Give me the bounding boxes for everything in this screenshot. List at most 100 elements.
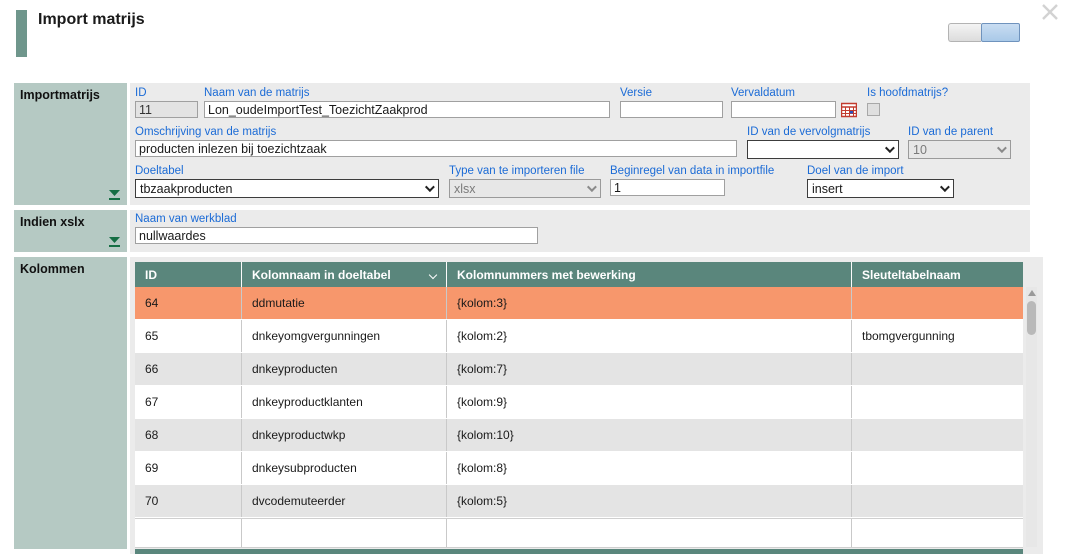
is-hoofdmatrijs-checkbox[interactable] [867,103,880,116]
table-row[interactable]: 67dnkeyproductklanten{kolom:9} [135,386,1023,419]
table-row[interactable]: 68dnkeyproductwkp{kolom:10} [135,419,1023,452]
column-header-kolomnummers[interactable]: Kolomnummers met bewerking [447,262,852,287]
new-row-cell-id[interactable] [135,519,242,547]
table-cell-sleuteltabelnaam[interactable] [852,287,1023,319]
naam-input[interactable] [204,101,610,118]
table-scrollbar[interactable] [1026,287,1037,547]
table-cell-id[interactable]: 66 [135,353,242,385]
vervaldatum-input[interactable] [731,101,836,118]
chevron-down-icon [425,182,435,192]
chevron-down-icon [885,143,895,153]
kolommen-table-body: 64ddmutatie{kolom:3}65dnkeyomgvergunning… [135,287,1023,518]
table-cell-kolomnaam[interactable]: dnkeyproductklanten [242,386,447,418]
table-cell-kolomnaam[interactable]: dnkeyomgvergunningen [242,320,447,352]
new-row-cell-kolomnaam[interactable] [242,519,447,547]
field-doeltabel: Doeltabel tbzaakproducten [135,165,439,198]
table-cell-sleuteltabelnaam[interactable] [852,419,1023,451]
table-cell-id[interactable]: 64 [135,287,242,319]
table-cell-kolomnaam[interactable]: dnkeysubproducten [242,452,447,484]
table-cell-id[interactable]: 65 [135,320,242,352]
page-title: Import matrijs [38,11,145,29]
omschrijving-input[interactable] [135,140,737,157]
column-header-kolomnaam[interactable]: Kolomnaam in doeltabel [242,262,447,287]
versie-input[interactable] [620,101,723,118]
field-omschrijving: Omschrijving van de matrijs [135,126,737,157]
title-accent-bar [16,10,27,57]
collapse-section-icon[interactable] [108,189,121,201]
close-icon[interactable] [1040,2,1060,22]
table-cell-sleuteltabelnaam[interactable]: tbomgvergunning [852,320,1023,352]
view-toggle[interactable] [948,23,1020,42]
table-cell-kolomnaam[interactable]: dnkeyproductwkp [242,419,447,451]
table-row[interactable]: 70dvcodemuteerder{kolom:5} [135,485,1023,518]
table-cell-id[interactable]: 70 [135,485,242,517]
table-cell-kolomnaam[interactable]: dvcodemuteerder [242,485,447,517]
filetype-select: xlsx [449,179,601,198]
section-title: Importmatrijs [20,88,100,102]
table-cell-kolomnummers[interactable]: {kolom:2} [447,320,852,352]
new-row-cell-sleuteltabelnaam[interactable] [852,519,1023,547]
table-cell-sleuteltabelnaam[interactable] [852,353,1023,385]
id-input [135,101,198,118]
field-id: ID [135,87,198,118]
vervolgmatrijs-select[interactable] [747,140,899,159]
table-row[interactable]: 66dnkeyproducten{kolom:7} [135,353,1023,386]
beginregel-label: Beginregel van data in importfile [610,165,725,177]
table-new-row[interactable] [135,518,1023,548]
table-cell-kolomnummers[interactable]: {kolom:10} [447,419,852,451]
section-body-indien-xslx: Naam van werkblad [130,210,1030,252]
new-row-cell-kolomnummers[interactable] [447,519,852,547]
field-werkblad: Naam van werkblad [135,213,538,244]
table-cell-kolomnummers[interactable]: {kolom:3} [447,287,852,319]
table-row[interactable]: 69dnkeysubproducten{kolom:8} [135,452,1023,485]
field-vervolgmatrijs: ID van de vervolgmatrijs [747,126,899,159]
table-row[interactable]: 64ddmutatie{kolom:3} [135,287,1023,320]
kolommen-table-header: ID Kolomnaam in doeltabel Kolomnummers m… [135,262,1023,287]
field-filetype: Type van te importeren file xlsx [449,165,601,198]
parent-select: 10 [908,140,1011,159]
column-header-sleuteltabelnaam[interactable]: Sleuteltabelnaam [852,262,1023,287]
table-cell-kolomnaam[interactable]: ddmutatie [242,287,447,319]
table-cell-kolomnummers[interactable]: {kolom:7} [447,353,852,385]
chevron-down-icon [940,182,950,192]
table-cell-id[interactable]: 67 [135,386,242,418]
doeltabel-select[interactable]: tbzaakproducten [135,179,439,198]
filetype-value: xlsx [454,182,476,196]
field-naam: Naam van de matrijs [204,87,610,118]
kolommen-table: ID Kolomnaam in doeltabel Kolomnummers m… [135,262,1023,548]
column-header-id[interactable]: ID [135,262,242,287]
scrollbar-thumb[interactable] [1027,301,1036,335]
vervaldatum-label: Vervaldatum [731,87,836,99]
section-body-kolommen: ID Kolomnaam in doeltabel Kolomnummers m… [130,257,1043,554]
field-parent: ID van de parent 10 [908,126,1011,159]
calendar-icon[interactable] [841,102,857,118]
table-cell-kolomnummers[interactable]: {kolom:9} [447,386,852,418]
table-cell-id[interactable]: 69 [135,452,242,484]
table-cell-kolomnummers[interactable]: {kolom:8} [447,452,852,484]
field-vervaldatum: Vervaldatum [731,87,836,118]
vervolgmatrijs-label: ID van de vervolgmatrijs [747,126,899,138]
table-bottom-strip [135,549,1023,554]
werkblad-input[interactable] [135,227,538,244]
toggle-on-segment[interactable] [981,23,1020,42]
chevron-down-icon [997,143,1007,153]
section-title: Kolommen [20,262,85,276]
table-row[interactable]: 65dnkeyomgvergunningen{kolom:2}tbomgverg… [135,320,1023,353]
table-cell-sleuteltabelnaam[interactable] [852,452,1023,484]
scrollbar-up-arrow-icon[interactable] [1028,290,1036,296]
table-cell-kolomnummers[interactable]: {kolom:5} [447,485,852,517]
doeltabel-label: Doeltabel [135,165,439,177]
section-label-kolommen: Kolommen [14,257,127,549]
doel-select[interactable]: insert [807,179,954,198]
table-cell-kolomnaam[interactable]: dnkeyproducten [242,353,447,385]
doel-label: Doel van de import [807,165,954,177]
table-cell-sleuteltabelnaam[interactable] [852,485,1023,517]
collapse-section-icon[interactable] [108,236,121,248]
section-body-importmatrijs: ID Naam van de matrijs Versie Vervaldatu… [130,83,1030,205]
table-cell-id[interactable]: 68 [135,419,242,451]
section-label-indien-xslx: Indien xslx [14,210,127,252]
beginregel-input[interactable] [610,179,725,196]
sort-chevron-down-icon [429,270,437,278]
toggle-off-segment[interactable] [948,23,981,42]
table-cell-sleuteltabelnaam[interactable] [852,386,1023,418]
